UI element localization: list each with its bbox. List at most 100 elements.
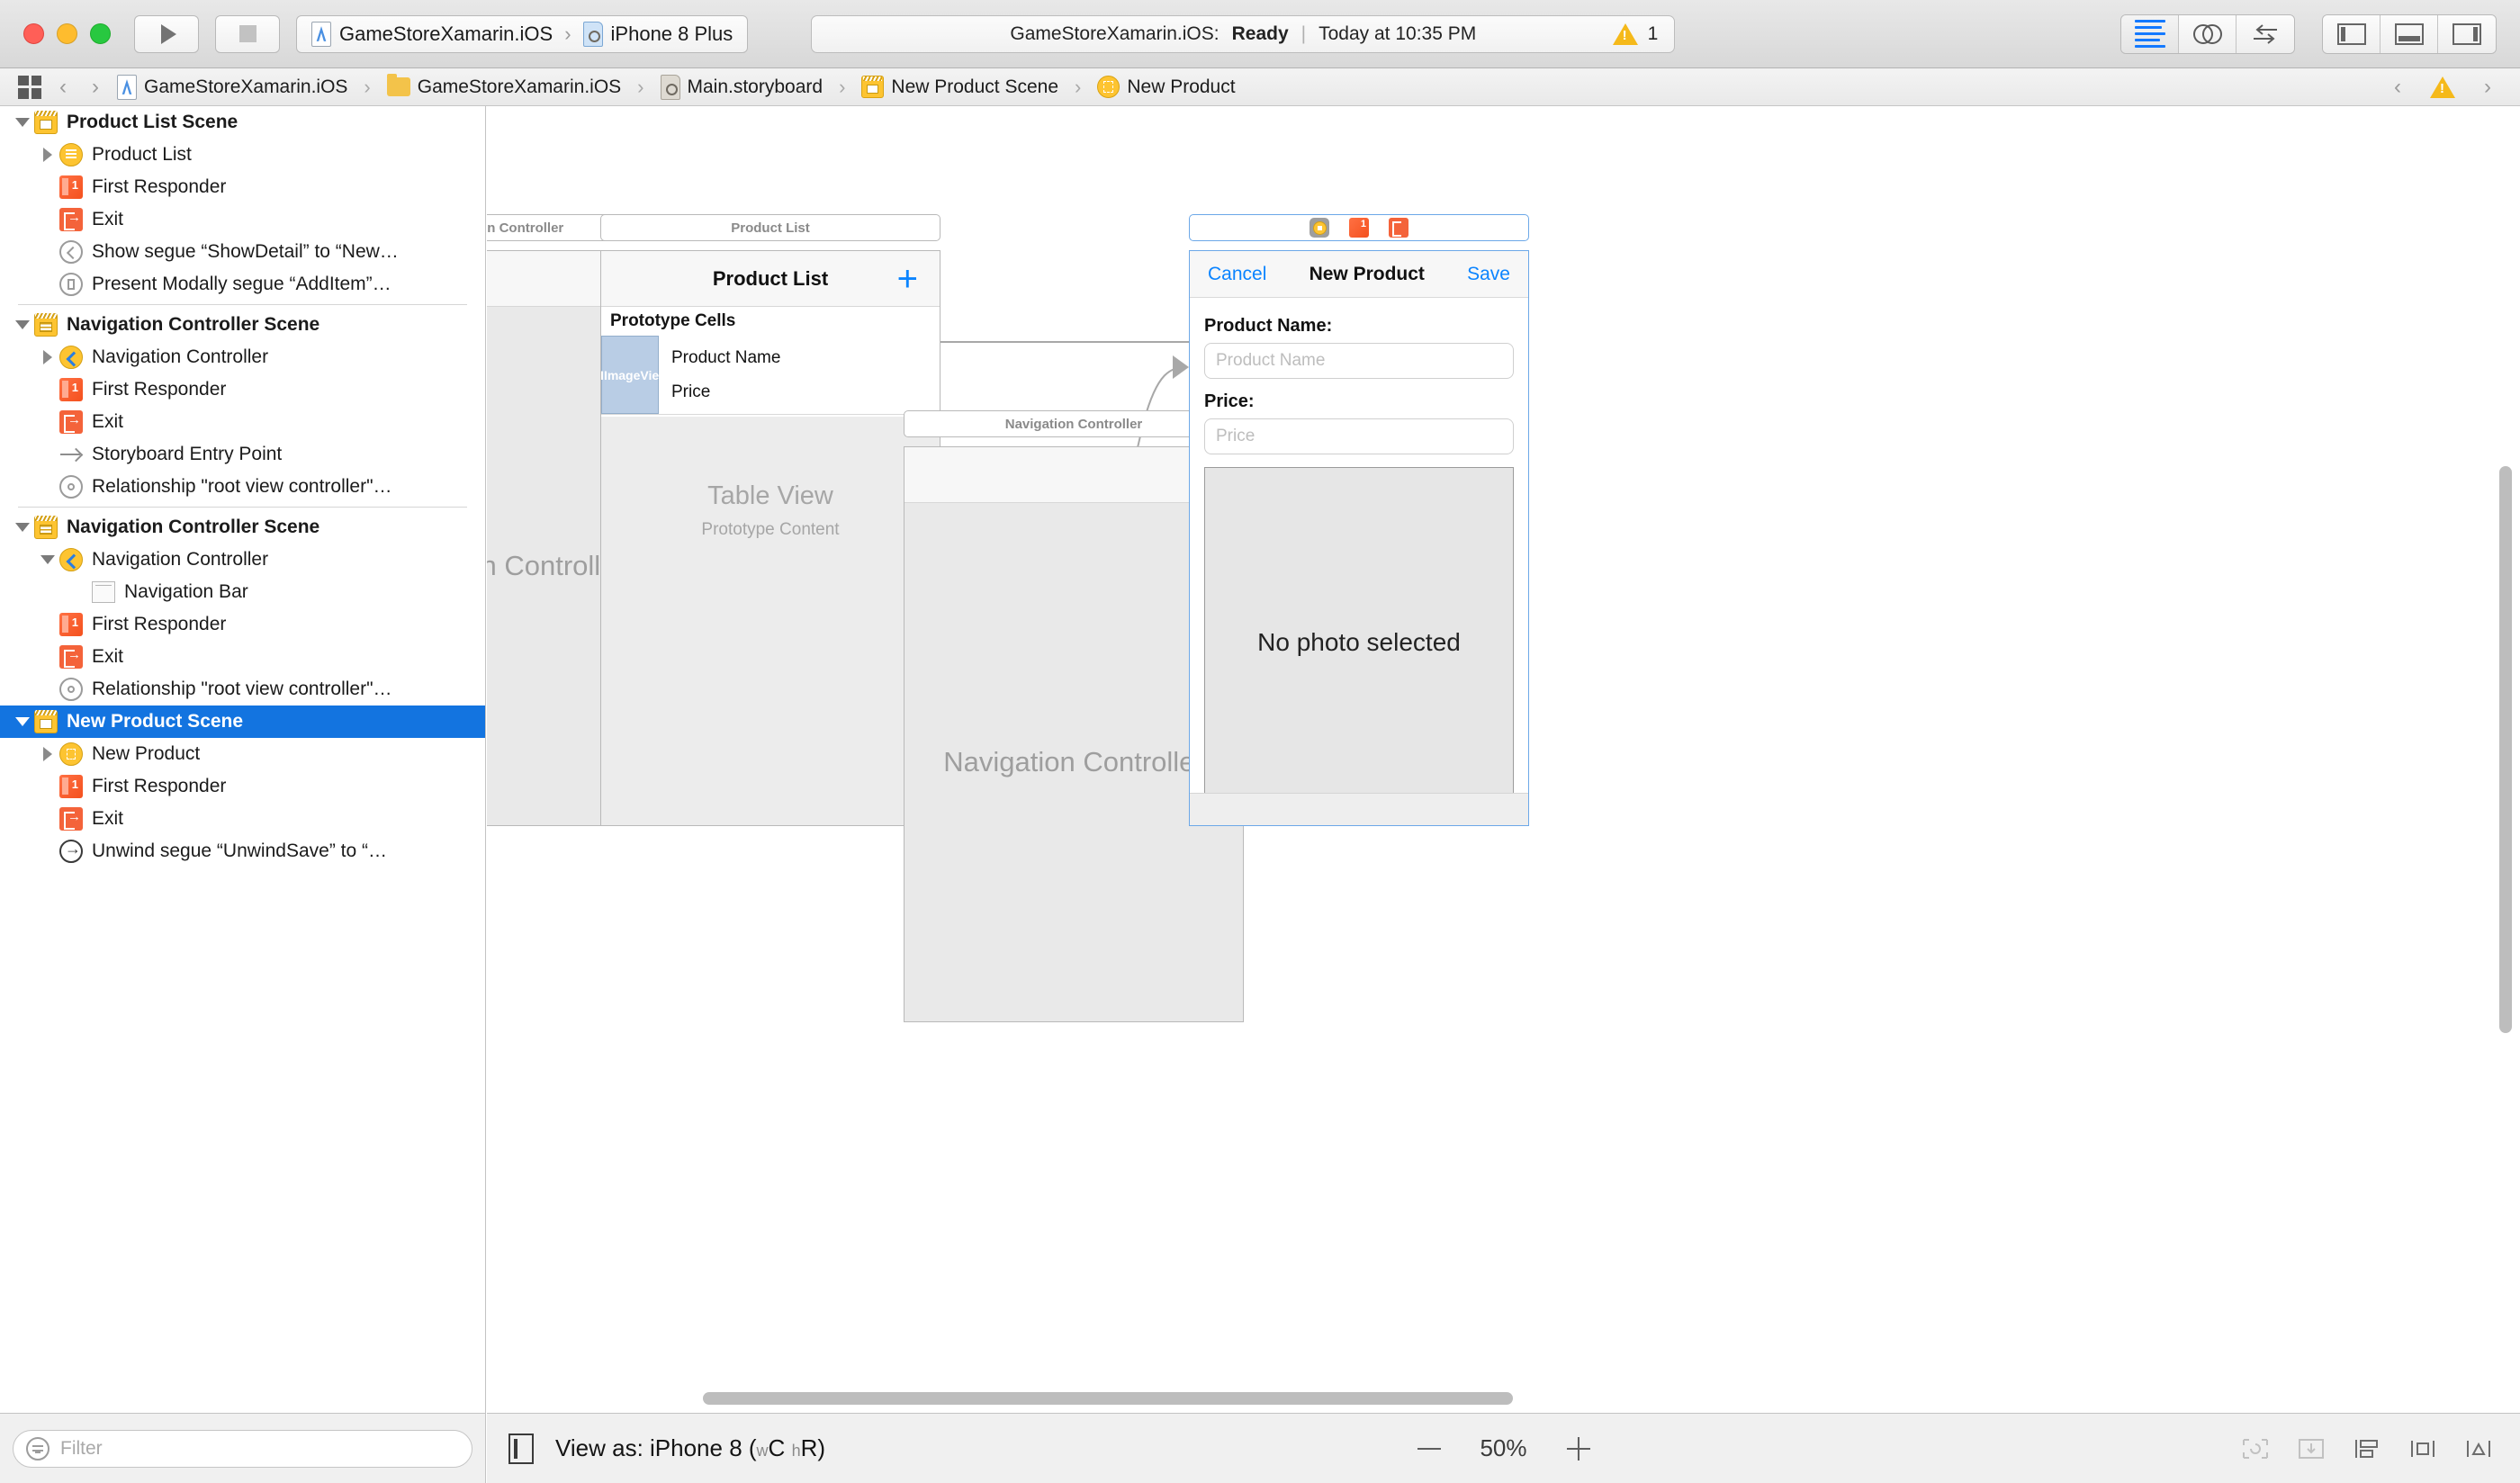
close-window-button[interactable] [23, 23, 44, 44]
scheme-device-label: iPhone 8 Plus [610, 22, 734, 45]
document-outline[interactable]: Product List Scene Product List First Resp… [0, 106, 486, 1413]
scene-product-list[interactable]: Product List Product List + Prototype Ce… [600, 214, 940, 826]
outline-row[interactable]: New Product [0, 738, 485, 770]
assistant-editor-button[interactable] [2179, 14, 2236, 53]
canvas-vertical-scrollbar[interactable] [2499, 466, 2512, 1033]
related-items-icon[interactable] [18, 75, 41, 99]
scene-body[interactable]: Product List + Prototype Cells UIImageVi… [600, 250, 940, 826]
relationship-icon [59, 678, 83, 701]
activity-status-view[interactable]: GameStoreXamarin.iOS: Ready | Today at 1… [811, 14, 1676, 53]
scene-dock-bar[interactable] [1189, 214, 1529, 241]
next-issue-button[interactable]: › [2477, 75, 2498, 100]
disclosure-triangle-down-icon[interactable] [11, 523, 34, 532]
outline-row[interactable]: Show segue “ShowDetail” to “New… [0, 236, 485, 268]
zoom-out-button[interactable] [1417, 1447, 1441, 1450]
add-product-button[interactable]: + [897, 261, 918, 297]
breadcrumb-item-folder[interactable]: GameStoreXamarin.iOS [386, 74, 621, 98]
zoom-window-button[interactable] [90, 23, 111, 44]
outline-row[interactable]: Product List [0, 139, 485, 171]
auto-layout-controls [2241, 1437, 2493, 1461]
outline-row[interactable]: Navigation Bar [0, 576, 485, 608]
outline-row[interactable]: Exit [0, 803, 485, 835]
disclosure-triangle-down-icon[interactable] [36, 555, 59, 564]
outline-row[interactable]: Navigation Controller Scene [0, 309, 485, 341]
breadcrumb-label: GameStoreXamarin.iOS [144, 76, 348, 97]
toggle-utilities-button[interactable] [2438, 14, 2496, 53]
outline-row[interactable]: Storyboard Entry Point [0, 438, 485, 471]
warning-triangle-icon [1612, 22, 1638, 45]
toggle-navigator-button[interactable] [2323, 14, 2380, 53]
resolve-auto-layout-icon[interactable] [2297, 1437, 2326, 1461]
filter-input[interactable]: Filter [13, 1429, 472, 1468]
minimize-window-button[interactable] [57, 23, 77, 44]
scene-title-bar[interactable]: Product List [600, 214, 940, 241]
outline-row[interactable]: Exit [0, 406, 485, 438]
view-as-w: w [756, 1442, 769, 1460]
outline-row[interactable]: First Responder [0, 373, 485, 406]
breadcrumb-item-viewcontroller[interactable]: New Product [1097, 76, 1236, 98]
debug-panel-icon [2394, 22, 2424, 45]
price-field[interactable]: Price [1204, 418, 1514, 454]
outline-row[interactable]: Exit [0, 203, 485, 236]
disclosure-triangle-down-icon[interactable] [11, 717, 34, 726]
cancel-button[interactable]: Cancel [1208, 264, 1266, 285]
outline-row[interactable]: Present Modally segue “AddItem”… [0, 268, 485, 301]
resolve-issues-icon[interactable] [2464, 1437, 2493, 1461]
run-button[interactable] [134, 14, 199, 53]
exit-dock-icon[interactable] [1389, 218, 1408, 238]
align-icon[interactable] [2353, 1437, 2381, 1461]
outline-row-label: Exit [92, 808, 124, 829]
save-button[interactable]: Save [1467, 264, 1510, 285]
storyboard-canvas[interactable]: Navigation Controller Navigation Control… [487, 106, 2520, 1413]
view-as-label[interactable]: View as: iPhone 8 (wC hR) [555, 1434, 825, 1462]
warning-triangle-icon[interactable] [2430, 76, 2455, 98]
toggle-debug-area-button[interactable] [2380, 14, 2438, 53]
disclosure-triangle-down-icon[interactable] [11, 118, 34, 127]
version-editor-button[interactable] [2236, 14, 2294, 53]
outline-row[interactable]: Navigation Controller Scene [0, 511, 485, 544]
add-constraints-icon[interactable] [2408, 1437, 2437, 1461]
disclosure-triangle-right-icon[interactable] [36, 148, 59, 162]
update-frames-icon[interactable] [2241, 1437, 2270, 1461]
breadcrumb-item-project[interactable]: GameStoreXamarin.iOS [117, 74, 348, 100]
outline-row[interactable]: First Responder [0, 171, 485, 203]
outline-row[interactable]: Navigation Controller [0, 544, 485, 576]
view-controller-dock-icon[interactable] [1310, 218, 1329, 238]
scheme-selector[interactable]: GameStoreXamarin.iOS › iPhone 8 Plus [296, 14, 749, 53]
prototype-cells-header: Prototype Cells [610, 311, 736, 330]
outline-row[interactable]: First Responder [0, 770, 485, 803]
back-button[interactable]: ‹ [52, 75, 74, 100]
photo-image-view[interactable]: No photo selected [1204, 467, 1514, 818]
scene-icon [34, 710, 58, 733]
outline-row[interactable]: Exit [0, 641, 485, 673]
toggle-outline-button[interactable] [508, 1433, 534, 1464]
outline-row[interactable]: Navigation Controller [0, 341, 485, 373]
previous-issue-button[interactable]: ‹ [2387, 75, 2408, 100]
outline-row[interactable]: Relationship "root view controller"… [0, 471, 485, 503]
stop-button[interactable] [215, 14, 280, 53]
outline-row[interactable]: First Responder [0, 608, 485, 641]
product-name-field[interactable]: Product Name [1204, 343, 1514, 379]
cell-image-view[interactable]: UIImageView [601, 336, 669, 414]
breadcrumb-item-storyboard[interactable]: Main.storyboard [660, 74, 823, 100]
outline-row[interactable]: New Product Scene [0, 706, 485, 738]
zoom-in-button[interactable] [1566, 1436, 1590, 1461]
breadcrumb-item-scene[interactable]: New Product Scene [861, 76, 1058, 98]
prototype-cell[interactable]: UIImageView Product Name Price [601, 336, 940, 415]
outline-row[interactable]: Unwind segue “UnwindSave” to “… [0, 835, 485, 867]
disclosure-triangle-down-icon[interactable] [11, 320, 34, 329]
scene-icon [861, 76, 885, 98]
standard-editor-button[interactable] [2121, 14, 2179, 53]
warning-indicator[interactable]: 1 [1612, 22, 1658, 45]
scene-new-product[interactable]: Cancel New Product Save Product Name: Pr… [1189, 214, 1529, 826]
scene-body[interactable]: Cancel New Product Save Product Name: Pr… [1189, 250, 1529, 826]
outline-row[interactable]: Relationship "root view controller"… [0, 673, 485, 706]
outline-row[interactable]: Product List Scene [0, 106, 485, 139]
disclosure-triangle-right-icon[interactable] [36, 747, 59, 761]
zoom-level-label: 50% [1480, 1434, 1527, 1461]
canvas-horizontal-scrollbar[interactable] [703, 1392, 1513, 1405]
disclosure-triangle-right-icon[interactable] [36, 350, 59, 364]
forward-button[interactable]: › [85, 75, 106, 100]
first-responder-dock-icon[interactable] [1349, 218, 1369, 238]
table-view-placeholder[interactable]: Table View Prototype Content [601, 417, 940, 825]
